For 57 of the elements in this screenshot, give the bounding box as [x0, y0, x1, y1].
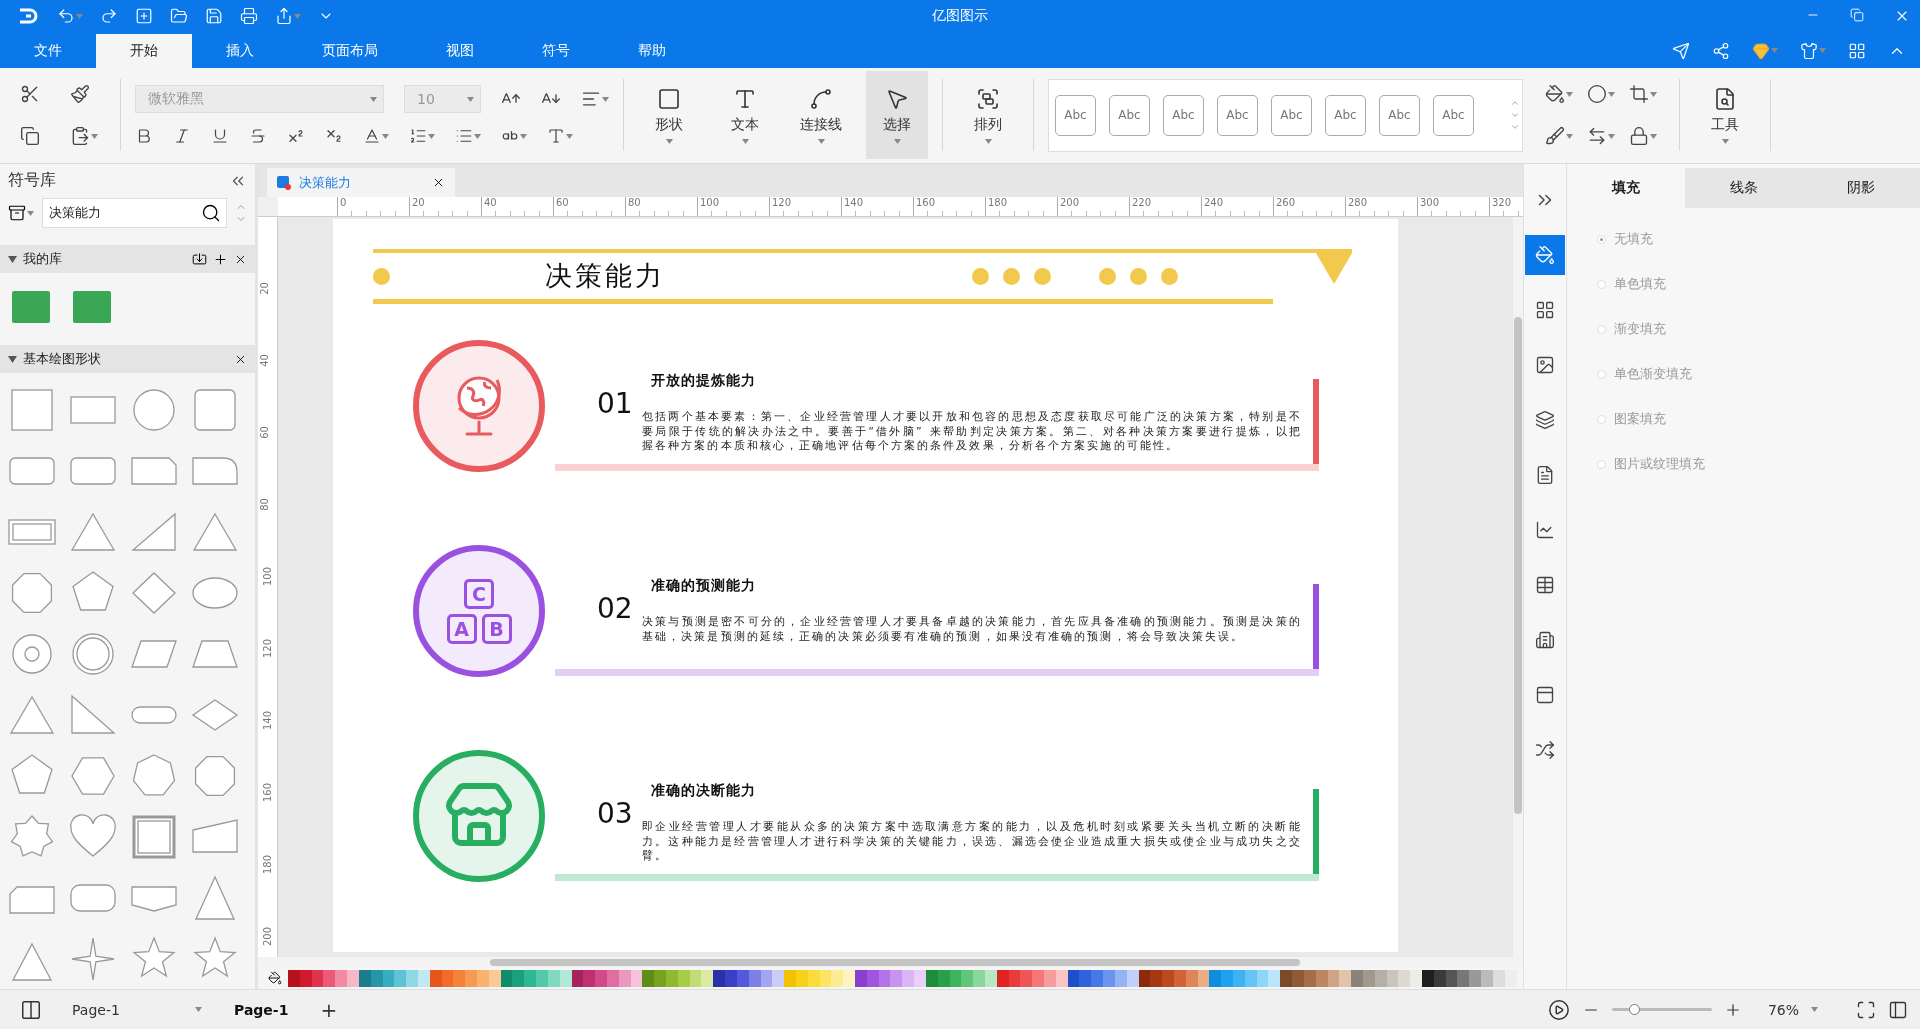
app-title: 亿图图示 [932, 7, 988, 26]
property-tab[interactable]: 阴影 [1802, 168, 1920, 209]
property-tab[interactable]: 线条 [1684, 168, 1803, 209]
option-label[interactable]: 单色填充 [1614, 275, 1666, 294]
zoom-value[interactable]: 76% [1767, 1001, 1799, 1018]
item-description: 决策与预测是密不可分的，企业经营管理人才要具备卓越的决策能力，首先应具备准确的预测能力。预测是决策的基础，决策是预测的延续，正确的决策必须要有准确的预测，如果没有准确的预测，将会导致决策失误。 [642, 615, 1302, 645]
tool-button[interactable]: 连接线 [790, 71, 852, 160]
item-title: 准确的预测能力 [651, 576, 757, 595]
menu-tab[interactable]: 插入 [192, 33, 288, 68]
option-label[interactable]: 渐变填充 [1614, 320, 1666, 339]
item-description: 即企业经营管理人才要能从众多的决策方案中选取满意方案的能力，以及危机时刻或紧要关头当机立断的决断能力。这种能力是经营管理人才进行科学决策的关键能力，误选、漏选会使企业造成重大损失或使企业与成功失之交臂。 [642, 820, 1302, 864]
document-tab[interactable]: 决策能力 [267, 168, 455, 198]
item-number: 01 [597, 389, 634, 423]
add-page-button[interactable]: + [314, 996, 344, 1023]
style-swatch[interactable]: Abc [1163, 94, 1204, 136]
menu-tab[interactable]: 页面布局 [288, 33, 412, 68]
style-swatch[interactable]: Abc [1433, 94, 1474, 136]
item-number: 02 [597, 594, 634, 628]
font-select[interactable]: 微软雅黑 [135, 85, 384, 114]
section-title: 基本绘图形状 [23, 350, 102, 369]
menu-tab[interactable]: 符号 [508, 33, 604, 68]
tool-button[interactable]: 选择 [866, 71, 928, 160]
tools-button[interactable]: 工具 [1694, 71, 1756, 160]
item-description: 包括两个基本要素：第一、企业经营管理人才要以开放和包容的思想及态度获取尽可能广泛的决策方案，特别是不要局限于传统的解决办法之中。要善于“借外脑” 来帮助判定决策方案。第二、对各种决策方案要进行提炼，以把握各种方案的本质和核心，正确地评估每个方案的条件及效果，分析各个方案实施的可能性。 [642, 410, 1302, 454]
panel-title: 符号库 [8, 170, 56, 192]
letter-block: A [446, 613, 477, 644]
menu-tab[interactable]: 文件 [0, 33, 96, 68]
section-title: 我的库 [23, 250, 63, 269]
style-swatch[interactable]: Abc [1055, 94, 1096, 136]
style-swatch[interactable]: Abc [1325, 94, 1366, 136]
arrange-button[interactable]: 排列 [957, 71, 1019, 160]
style-swatch[interactable]: Abc [1217, 94, 1258, 136]
tool-button[interactable]: 形状 [638, 71, 700, 160]
font-size-select[interactable]: 10 [404, 85, 481, 114]
page-tab[interactable]: Page-1 [228, 1000, 295, 1019]
menu-tab[interactable]: 视图 [412, 33, 508, 68]
style-swatch[interactable]: Abc [1379, 94, 1420, 136]
option-label[interactable]: 单色渐变填充 [1614, 365, 1692, 384]
letter-block: C [464, 578, 494, 609]
item-number: 03 [597, 799, 634, 833]
style-swatch[interactable]: Abc [1109, 94, 1150, 136]
diagram-title: 决策能力 [545, 259, 665, 294]
style-swatch[interactable]: Abc [1271, 94, 1312, 136]
page-select[interactable]: Page-1 [72, 1001, 202, 1018]
option-label[interactable]: 图片或纹理填充 [1614, 455, 1705, 474]
item-title: 开放的提炼能力 [651, 371, 757, 390]
option-label[interactable]: 图案填充 [1614, 410, 1666, 429]
tool-button[interactable]: 文本 [714, 71, 776, 160]
letter-block: B [481, 613, 512, 644]
section-header[interactable]: 我的库 [0, 245, 255, 274]
vertical-ruler: 20 40 60 80 100 120 140 160 180 200 [258, 217, 278, 958]
item-title: 准确的决断能力 [651, 781, 757, 800]
section-header[interactable]: 基本绘图形状 [0, 345, 255, 374]
menu-tab[interactable]: 开始 [96, 33, 192, 68]
search-field[interactable]: 决策能力 [42, 198, 227, 229]
menu-tab[interactable]: 帮助 [604, 33, 700, 68]
option-label[interactable]: 无填充 [1614, 230, 1653, 249]
